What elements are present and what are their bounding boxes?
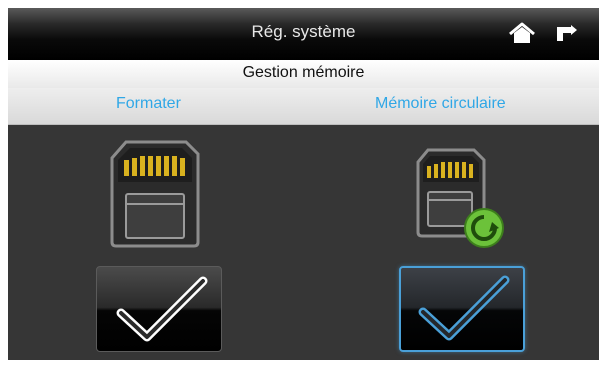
circular-memory-option-label[interactable]: Mémoire circulaire <box>375 95 506 113</box>
section-title: Gestion mémoire <box>242 64 365 81</box>
format-confirm-button[interactable] <box>96 266 222 352</box>
screen: Rég. système Gestion mémoire Formater Mé… <box>8 8 599 360</box>
circular-memory-confirm-button[interactable] <box>399 266 525 352</box>
home-button[interactable] <box>508 21 536 45</box>
option-labels: Formater Mémoire circulaire <box>8 88 599 125</box>
title-bar: Rég. système <box>8 8 599 60</box>
back-button[interactable] <box>553 21 581 45</box>
back-arrow-icon <box>557 25 577 41</box>
checkmark-icon <box>116 276 208 342</box>
subheader: Gestion mémoire <box>8 60 599 88</box>
sd-card-recycle-icon <box>416 146 508 250</box>
checkmark-icon <box>418 275 510 341</box>
home-icon <box>509 22 535 43</box>
sd-card-icon <box>108 138 202 250</box>
format-option-label[interactable]: Formater <box>116 95 181 113</box>
